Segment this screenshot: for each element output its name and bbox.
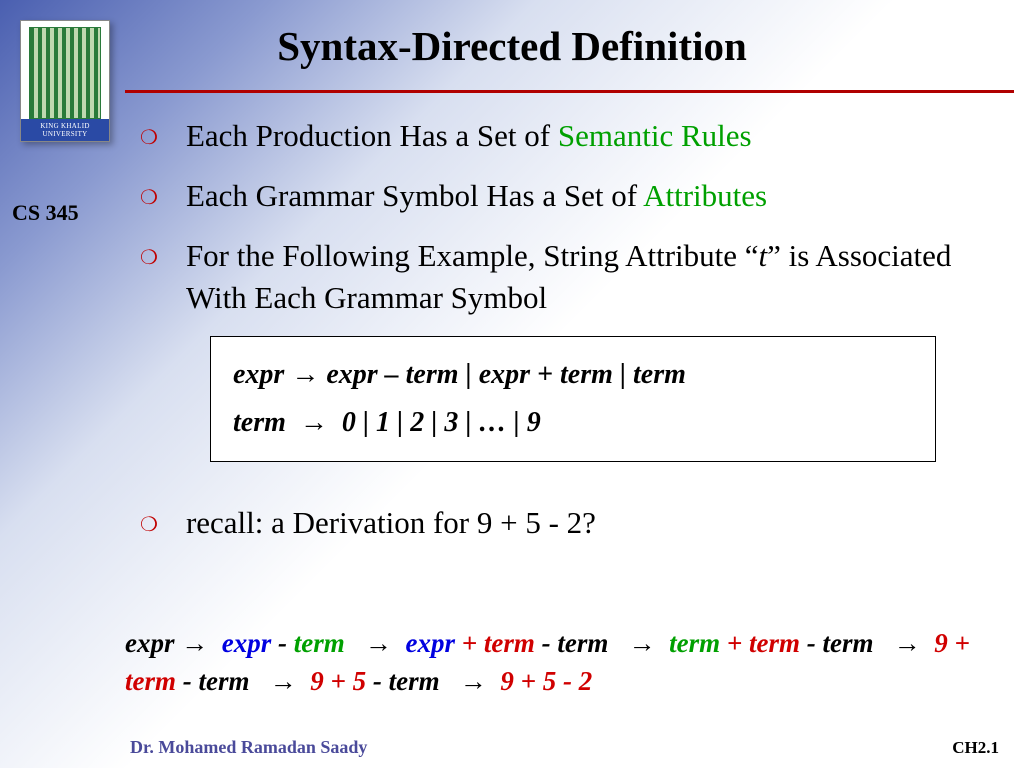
content-area: ❍ Each Production Has a Set of Semantic … xyxy=(140,115,1009,561)
bullet-icon: ❍ xyxy=(140,512,158,539)
title-underline xyxy=(125,90,1014,93)
course-code: CS 345 xyxy=(12,200,79,226)
slide: KING KHALID UNIVERSITY Syntax-Directed D… xyxy=(0,0,1024,768)
grammar-line-1: expr → expr – term | expr + term | term xyxy=(233,351,913,399)
bullet-text: Each Production Has a Set of Semantic Ru… xyxy=(186,115,752,157)
bullet-icon: ❍ xyxy=(140,185,158,212)
grammar-box: expr → expr – term | expr + term | term … xyxy=(210,336,936,461)
bullet-2: ❍ Each Grammar Symbol Has a Set of Attri… xyxy=(140,175,1009,217)
bullet-text: recall: a Derivation for 9 + 5 - 2? xyxy=(186,502,596,544)
slide-title: Syntax-Directed Definition xyxy=(0,22,1024,70)
logo-text: KING KHALID UNIVERSITY xyxy=(21,119,109,141)
bullet-icon: ❍ xyxy=(140,245,158,272)
bullet-3: ❍ For the Following Example, String Attr… xyxy=(140,235,1009,319)
bullet-icon: ❍ xyxy=(140,125,158,152)
bullet-text: Each Grammar Symbol Has a Set of Attribu… xyxy=(186,175,767,217)
footer-author: Dr. Mohamed Ramadan Saady xyxy=(130,737,367,758)
bullet-text: For the Following Example, String Attrib… xyxy=(186,235,1009,319)
derivation-steps: expr → expr - term → expr + term - term … xyxy=(125,625,1004,701)
footer-page: CH2.1 xyxy=(952,738,999,758)
bullet-1: ❍ Each Production Has a Set of Semantic … xyxy=(140,115,1009,157)
bullet-4: ❍ recall: a Derivation for 9 + 5 - 2? xyxy=(140,502,1009,544)
grammar-line-2: term → 0 | 1 | 2 | 3 | … | 9 xyxy=(233,399,913,447)
